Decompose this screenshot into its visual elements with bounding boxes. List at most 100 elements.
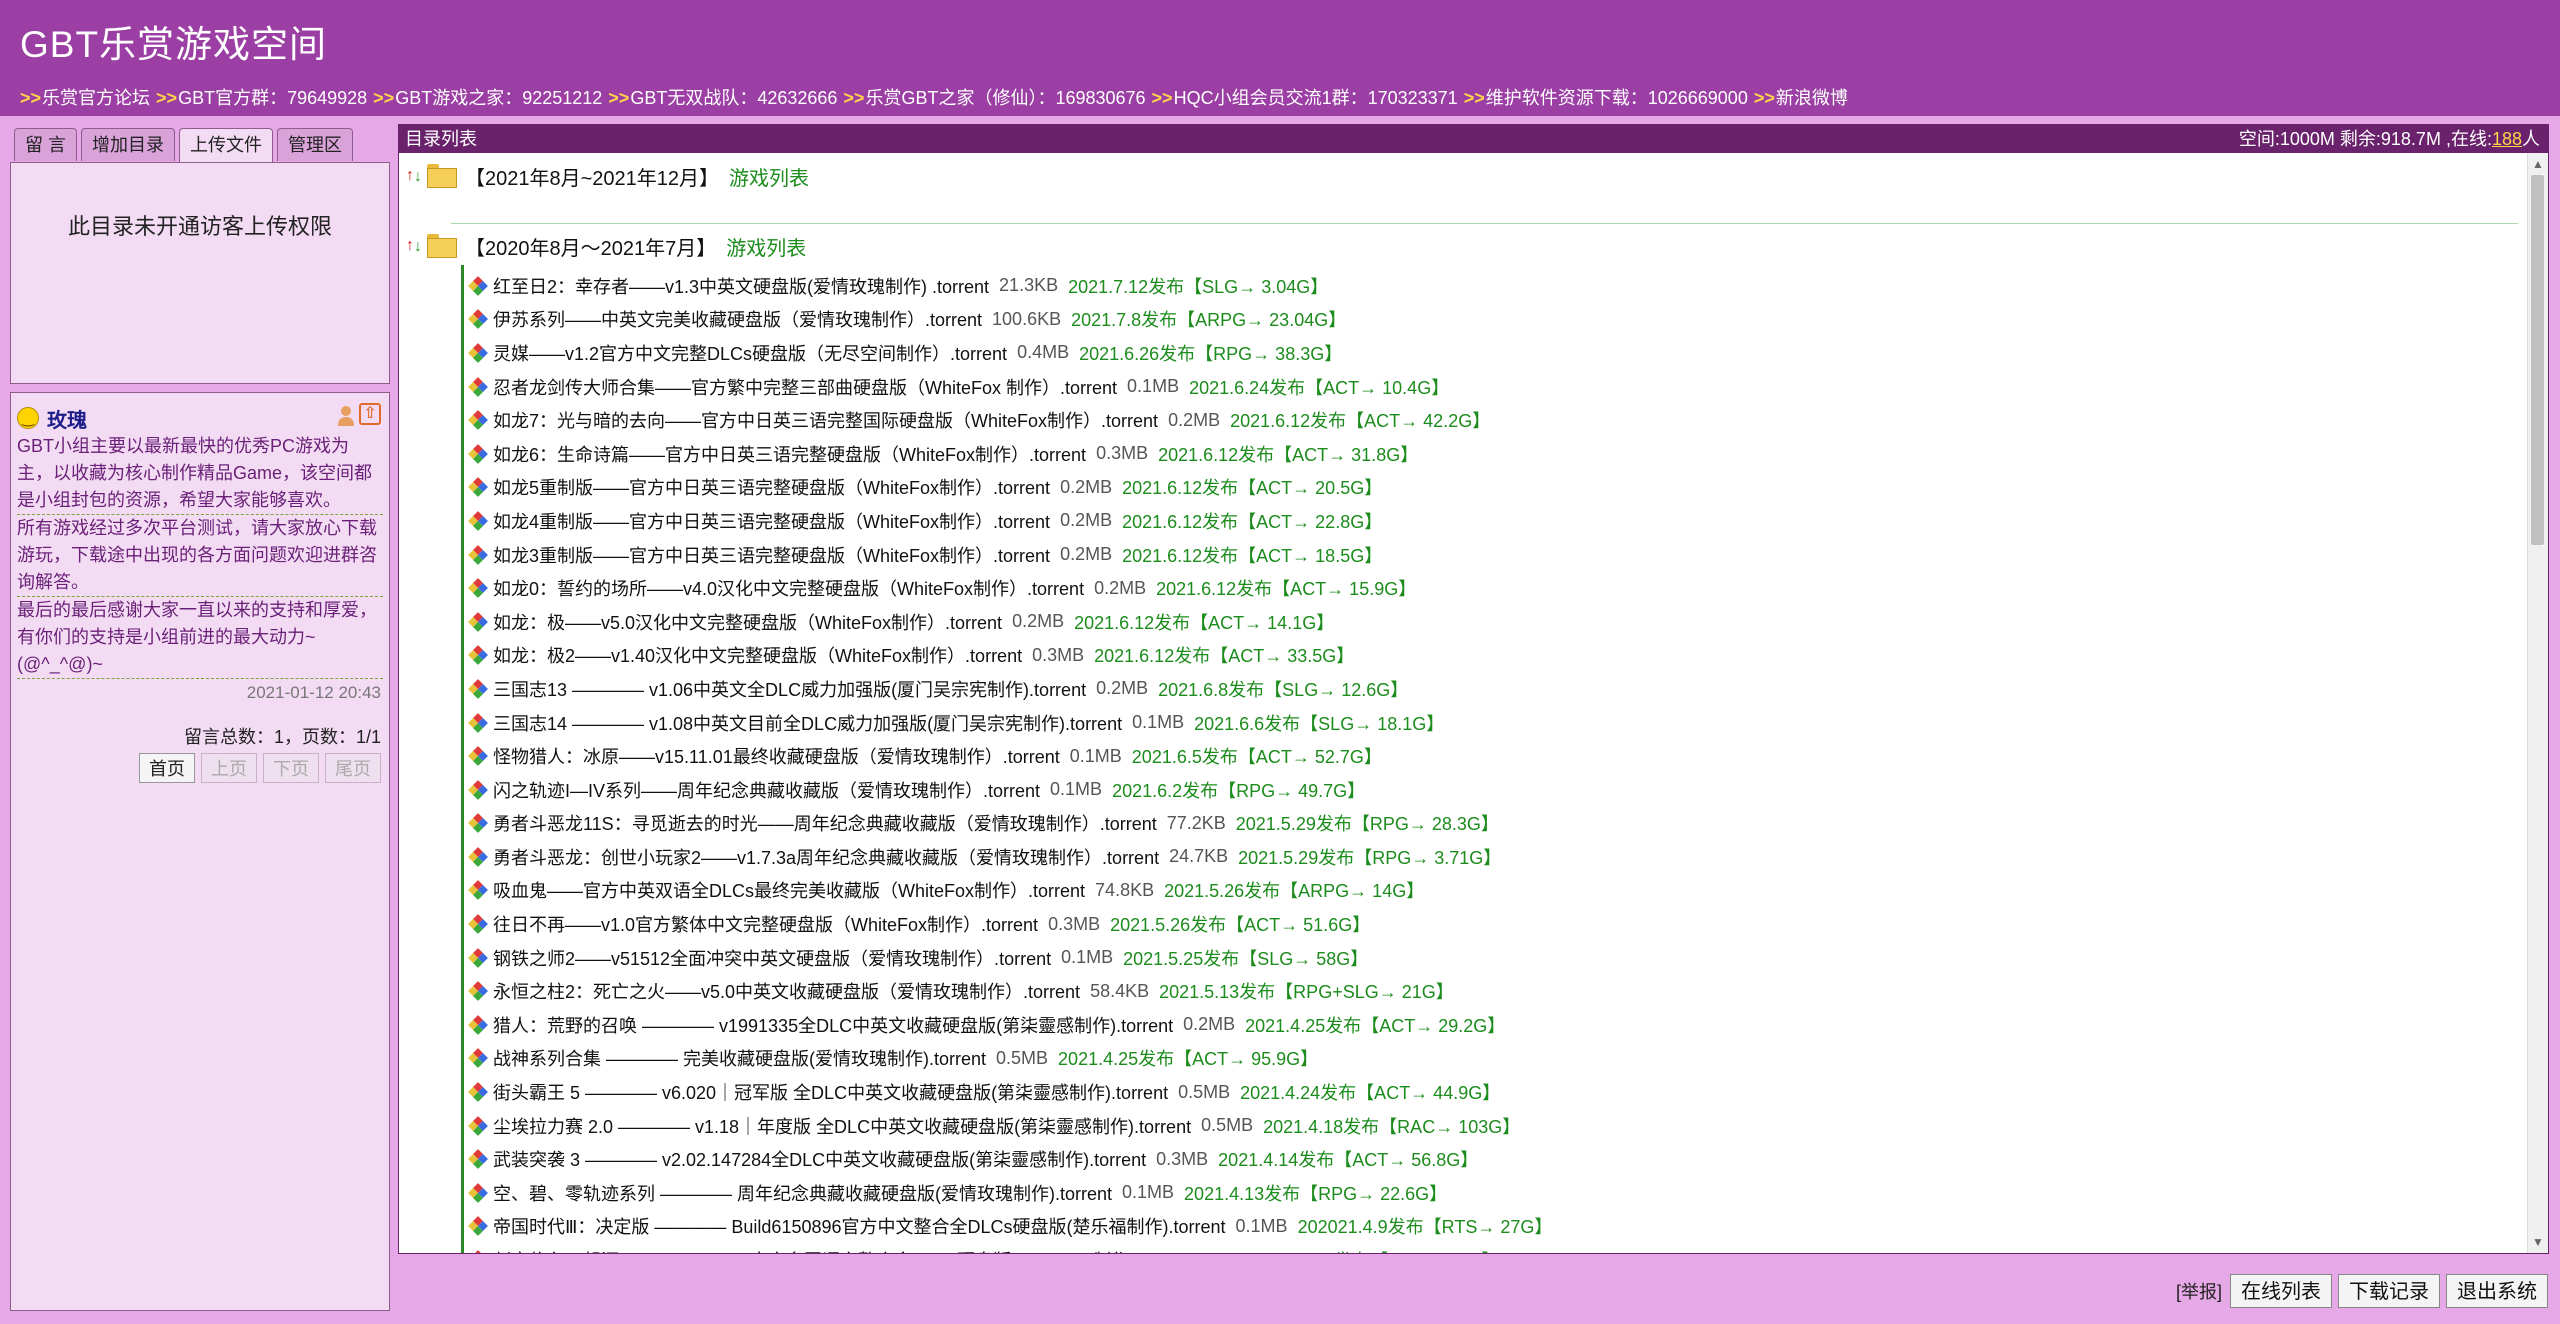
file-name-link[interactable]: 尘埃拉力赛 2.0 ———— v1.18｜年度版 全DLC中英文收藏硬盘版(第柒… xyxy=(493,1113,1191,1139)
file-row[interactable]: 帝国时代Ⅲ：决定版 ———— Build6150896官方中文整合全DLCs硬盘… xyxy=(468,1210,2528,1244)
file-name-link[interactable]: 永恒之柱2：死亡之火——v5.0中英文收藏硬盘版（爱情玫瑰制作）.torrent xyxy=(493,978,1080,1004)
header-link[interactable]: >>HQC小组会员交流1群：170323371 xyxy=(1152,88,1458,108)
file-row[interactable]: 灵媒——v1.2官方中文完整DLCs硬盘版（无尽空间制作）.torrent 0.4… xyxy=(468,336,2528,370)
report-link[interactable]: [举报] xyxy=(2176,1278,2222,1304)
file-name-link[interactable]: 吸血鬼——官方中英双语全DLCs最终完美收藏版（WhiteFox制作）.torr… xyxy=(493,877,1085,903)
header-link-text[interactable]: 乐赏GBT之家（修仙）：169830676 xyxy=(865,88,1145,108)
online-count-link[interactable]: 188 xyxy=(2492,129,2522,149)
file-row[interactable]: 钢铁之师2——v51512全面冲突中英文硬盘版（爱情玫瑰制作）.torrent 0… xyxy=(468,941,2528,975)
logout-button[interactable]: 退出系统 xyxy=(2446,1274,2548,1308)
folder-row[interactable]: ↑ ↓ 【2021年8月~2021年12月】 游戏列表 xyxy=(405,159,809,193)
header-link[interactable]: >>乐赏GBT之家（修仙）：169830676 xyxy=(843,88,1145,108)
file-row[interactable]: 如龙7：光与暗的去向——官方中日英三语完整国际硬盘版（WhiteFox制作）.t… xyxy=(468,403,2528,437)
download-history-button[interactable]: 下载记录 xyxy=(2338,1274,2440,1308)
file-name-link[interactable]: 忍者龙剑传大师合集——官方繁中完整三部曲硬盘版（WhiteFox 制作）.tor… xyxy=(493,374,1117,400)
file-name-link[interactable]: 战神系列合集 ———— 完美收藏硬盘版(爱情玫瑰制作).torrent xyxy=(493,1045,986,1071)
file-row[interactable]: 闪之轨迹I—IV系列——周年纪念典藏收藏版（爱情玫瑰制作）.torrent 0.1… xyxy=(468,773,2528,807)
header-link-text[interactable]: 维护软件资源下载：1026669000 xyxy=(1486,88,1748,108)
file-name-link[interactable]: 如龙5重制版——官方中日英三语完整硬盘版（WhiteFox制作）.torrent xyxy=(493,474,1050,500)
file-row[interactable]: 刺客信条：起源 ———— v1.5.2官方多国语言整合全DLCs硬盘版(Whit… xyxy=(469,1243,2528,1253)
header-link[interactable]: >>GBT游戏之家：92251212 xyxy=(373,88,602,108)
header-link-text[interactable]: GBT无双战队：42632666 xyxy=(630,88,837,108)
file-row[interactable]: 如龙5重制版——官方中日英三语完整硬盘版（WhiteFox制作）.torrent… xyxy=(468,471,2528,505)
file-row[interactable]: 永恒之柱2：死亡之火——v5.0中英文收藏硬盘版（爱情玫瑰制作）.torrent… xyxy=(468,974,2528,1008)
file-name-link[interactable]: 如龙0：誓约的场所——v4.0汉化中文完整硬盘版（WhiteFox制作）.tor… xyxy=(493,575,1084,601)
user-icon[interactable] xyxy=(337,405,355,427)
file-row[interactable]: 如龙：极2——v1.40汉化中文完整硬盘版（WhiteFox制作）.torren… xyxy=(468,639,2528,673)
file-row[interactable]: 猎人：荒野的召唤 ———— v1991335全DLC中英文收藏硬盘版(第柒靈感制… xyxy=(468,1008,2528,1042)
file-name-link[interactable]: 如龙4重制版——官方中日英三语完整硬盘版（WhiteFox制作）.torrent xyxy=(493,508,1050,534)
header-link-text[interactable]: GBT游戏之家：92251212 xyxy=(395,88,602,108)
prev-page-button[interactable]: 上页 xyxy=(201,753,257,783)
file-row[interactable]: 战神系列合集 ———— 完美收藏硬盘版(爱情玫瑰制作).torrent 0.5MB… xyxy=(468,1042,2528,1076)
tab-upload-file[interactable]: 上传文件 xyxy=(179,128,274,163)
file-name-link[interactable]: 钢铁之师2——v51512全面冲突中英文硬盘版（爱情玫瑰制作）.torrent xyxy=(493,945,1051,971)
file-row[interactable]: 三国志14 ———— v1.08中英文目前全DLC威力加强版(厦门吴宗宪制作).… xyxy=(468,706,2528,740)
sort-icon[interactable]: ↑ ↓ xyxy=(405,164,423,188)
file-row[interactable]: 勇者斗恶龙11S：寻觅逝去的时光——周年纪念典藏收藏版（爱情玫瑰制作）.torr… xyxy=(468,807,2528,841)
tab-add-directory[interactable]: 增加目录 xyxy=(81,128,176,161)
header-link[interactable]: >>GBT无双战队：42632666 xyxy=(608,88,837,108)
folder-game-list-link[interactable]: 游戏列表 xyxy=(729,162,809,191)
header-link[interactable]: >>维护软件资源下载：1026669000 xyxy=(1464,88,1748,108)
file-row[interactable]: 如龙0：誓约的场所——v4.0汉化中文完整硬盘版（WhiteFox制作）.tor… xyxy=(468,571,2528,605)
file-row[interactable]: 尘埃拉力赛 2.0 ———— v1.18｜年度版 全DLC中英文收藏硬盘版(第柒… xyxy=(468,1109,2528,1143)
folder-game-list-link[interactable]: 游戏列表 xyxy=(726,232,806,261)
file-name-link[interactable]: 如龙：极——v5.0汉化中文完整硬盘版（WhiteFox制作）.torrent xyxy=(493,609,1002,635)
file-row[interactable]: 忍者龙剑传大师合集——官方繁中完整三部曲硬盘版（WhiteFox 制作）.tor… xyxy=(468,370,2528,404)
scrollbar[interactable]: ▲ ▼ xyxy=(2527,153,2548,1253)
header-link[interactable]: >>乐赏官方论坛 xyxy=(20,88,150,108)
header-link[interactable]: >>新浪微博 xyxy=(1754,88,1848,108)
first-page-button[interactable]: 首页 xyxy=(139,753,195,783)
file-name-link[interactable]: 如龙6：生命诗篇——官方中日英三语完整硬盘版（WhiteFox制作）.torre… xyxy=(493,441,1086,467)
header-link[interactable]: >>GBT官方群：79649928 xyxy=(156,88,367,108)
file-name-link[interactable]: 猎人：荒野的召唤 ———— v1991335全DLC中英文收藏硬盘版(第柒靈感制… xyxy=(493,1012,1173,1038)
header-link-text[interactable]: GBT官方群：79649928 xyxy=(178,88,367,108)
file-row[interactable]: 如龙3重制版——官方中日英三语完整硬盘版（WhiteFox制作）.torrent… xyxy=(468,538,2528,572)
file-name-link[interactable]: 空、碧、零轨迹系列 ———— 周年纪念典藏收藏硬盘版(爱情玫瑰制作).torre… xyxy=(493,1180,1112,1206)
folder-name[interactable]: 【2021年8月~2021年12月】 xyxy=(465,162,719,191)
file-row[interactable]: 怪物猎人：冰原——v15.11.01最终收藏硬盘版（爱情玫瑰制作）.torren… xyxy=(468,739,2528,773)
header-link-text[interactable]: HQC小组会员交流1群：170323371 xyxy=(1174,88,1458,108)
file-name-link[interactable]: 勇者斗恶龙：创世小玩家2——v1.7.3a周年纪念典藏收藏版（爱情玫瑰制作）.t… xyxy=(493,844,1159,870)
file-name-link[interactable]: 往日不再——v1.0官方繁体中文完整硬盘版（WhiteFox制作）.torren… xyxy=(493,911,1038,937)
header-link-text[interactable]: 新浪微博 xyxy=(1776,88,1848,108)
file-row[interactable]: 红至日2：幸存者——v1.3中英文硬盘版(爱情玫瑰制作) .torrent 21.… xyxy=(468,269,2528,303)
file-name-link[interactable]: 闪之轨迹I—IV系列——周年纪念典藏收藏版（爱情玫瑰制作）.torrent xyxy=(493,777,1040,803)
file-row[interactable]: 勇者斗恶龙：创世小玩家2——v1.7.3a周年纪念典藏收藏版（爱情玫瑰制作）.t… xyxy=(468,840,2528,874)
online-list-button[interactable]: 在线列表 xyxy=(2230,1274,2332,1308)
last-page-button[interactable]: 尾页 xyxy=(325,753,381,783)
file-name-link[interactable]: 街头霸王 5 ———— v6.020｜冠军版 全DLC中英文收藏硬盘版(第柒靈感… xyxy=(493,1079,1168,1105)
file-row[interactable]: 如龙：极——v5.0汉化中文完整硬盘版（WhiteFox制作）.torrent 0… xyxy=(468,605,2528,639)
file-row[interactable]: 街头霸王 5 ———— v6.020｜冠军版 全DLC中英文收藏硬盘版(第柒靈感… xyxy=(468,1075,2528,1109)
file-name-link[interactable]: 灵媒——v1.2官方中文完整DLCs硬盘版（无尽空间制作）.torrent xyxy=(493,340,1007,366)
file-row[interactable]: 如龙4重制版——官方中日英三语完整硬盘版（WhiteFox制作）.torrent… xyxy=(468,504,2528,538)
file-row[interactable]: 吸血鬼——官方中英双语全DLCs最终完美收藏版（WhiteFox制作）.torr… xyxy=(468,874,2528,908)
file-name-link[interactable]: 如龙7：光与暗的去向——官方中日英三语完整国际硬盘版（WhiteFox制作）.t… xyxy=(493,407,1158,433)
header-link-text[interactable]: 乐赏官方论坛 xyxy=(42,88,150,108)
file-row[interactable]: 武装突袭 3 ———— v2.02.147284全DLC中英文收藏硬盘版(第柒靈… xyxy=(468,1142,2528,1176)
file-name-link[interactable]: 如龙3重制版——官方中日英三语完整硬盘版（WhiteFox制作）.torrent xyxy=(493,542,1050,568)
file-name-link[interactable]: 怪物猎人：冰原——v15.11.01最终收藏硬盘版（爱情玫瑰制作）.torren… xyxy=(493,743,1060,769)
file-name-link[interactable]: 武装突袭 3 ———— v2.02.147284全DLC中英文收藏硬盘版(第柒靈… xyxy=(493,1146,1146,1172)
file-name-link[interactable]: 红至日2：幸存者——v1.3中英文硬盘版(爱情玫瑰制作) .torrent xyxy=(493,273,989,299)
file-row[interactable]: 三国志13 ———— v1.06中英文全DLC威力加强版(厦门吴宗宪制作).to… xyxy=(468,672,2528,706)
folder-name[interactable]: 【2020年8月～2021年7月】 xyxy=(465,232,716,261)
scroll-up-arrow[interactable]: ▲ xyxy=(2528,157,2548,171)
scroll-top-icon[interactable]: ⇧ xyxy=(359,403,381,425)
tab-message[interactable]: 留 言 xyxy=(14,128,78,161)
scroll-thumb[interactable] xyxy=(2531,175,2544,545)
file-name-link[interactable]: 三国志13 ———— v1.06中英文全DLC威力加强版(厦门吴宗宪制作).to… xyxy=(493,676,1086,702)
file-row[interactable]: 如龙6：生命诗篇——官方中日英三语完整硬盘版（WhiteFox制作）.torre… xyxy=(468,437,2528,471)
folder-row[interactable]: ↑ ↓ 【2020年8月～2021年7月】 游戏列表 xyxy=(405,229,806,263)
file-name-link[interactable]: 刺客信条：起源 ———— v1.5.2官方多国语言整合全DLCs硬盘版(Whit… xyxy=(493,1247,1192,1253)
file-name-link[interactable]: 伊苏系列——中英文完美收藏硬盘版（爱情玫瑰制作）.torrent xyxy=(493,306,982,332)
file-name-link[interactable]: 如龙：极2——v1.40汉化中文完整硬盘版（WhiteFox制作）.torren… xyxy=(493,642,1022,668)
file-name-link[interactable]: 帝国时代Ⅲ：决定版 ———— Build6150896官方中文整合全DLCs硬盘… xyxy=(493,1213,1226,1239)
tab-admin[interactable]: 管理区 xyxy=(277,128,354,161)
file-row[interactable]: 往日不再——v1.0官方繁体中文完整硬盘版（WhiteFox制作）.torren… xyxy=(468,907,2528,941)
file-name-link[interactable]: 三国志14 ———— v1.08中英文目前全DLC威力加强版(厦门吴宗宪制作).… xyxy=(493,710,1122,736)
scroll-down-arrow[interactable]: ▼ xyxy=(2528,1235,2548,1249)
sort-icon[interactable]: ↑ ↓ xyxy=(405,234,423,258)
next-page-button[interactable]: 下页 xyxy=(263,753,319,783)
